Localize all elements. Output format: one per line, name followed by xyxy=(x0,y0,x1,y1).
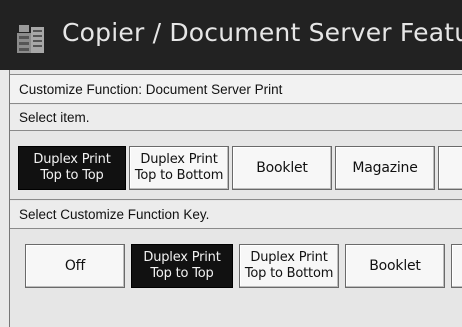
key-button-group: Off Duplex Print Top to Top Duplex Print… xyxy=(10,230,462,327)
button-label: Off xyxy=(64,257,86,274)
settings-panel: Customize Function: Document Server Prin… xyxy=(9,70,462,327)
button-label: Booklet xyxy=(369,257,421,274)
key-booklet-button[interactable]: Booklet xyxy=(345,244,445,288)
item-duplex-top-to-bottom-button[interactable]: Duplex Print Top to Bottom xyxy=(129,146,229,190)
item-booklet-button[interactable]: Booklet xyxy=(232,146,332,190)
button-label: Magazine xyxy=(352,159,418,176)
item-magazine-button[interactable]: Magazine xyxy=(335,146,435,190)
key-off-button[interactable]: Off xyxy=(25,244,125,288)
copier-document-server-icon xyxy=(17,25,44,53)
button-label: Duplex Print Top to Top xyxy=(143,250,221,281)
select-key-label: Select Customize Function Key. xyxy=(19,207,210,222)
button-label: Booklet xyxy=(256,159,308,176)
breadcrumb-text: Customize Function: Document Server Prin… xyxy=(19,81,283,97)
key-duplex-top-to-top-button[interactable]: Duplex Print Top to Top xyxy=(131,244,233,288)
button-label: Duplex Print Top to Top xyxy=(33,152,111,183)
item-duplex-top-to-top-button[interactable]: Duplex Print Top to Top xyxy=(18,146,126,190)
button-label: Duplex Print Top to Bottom xyxy=(244,250,334,281)
select-item-label: Select item. xyxy=(19,110,90,125)
select-item-heading: Select item. xyxy=(10,105,462,131)
key-next-partial-button[interactable] xyxy=(451,244,462,288)
screen: Copier / Document Server Features Custom… xyxy=(0,0,462,327)
breadcrumb: Customize Function: Document Server Prin… xyxy=(10,74,462,104)
item-next-partial-button[interactable] xyxy=(438,146,462,190)
screen-title: Copier / Document Server Features xyxy=(62,18,462,47)
title-bar: Copier / Document Server Features xyxy=(0,0,462,70)
button-label: Duplex Print Top to Bottom xyxy=(134,152,224,183)
item-button-group: Duplex Print Top to Top Duplex Print Top… xyxy=(10,132,462,200)
select-key-heading: Select Customize Function Key. xyxy=(10,201,462,229)
key-duplex-top-to-bottom-button[interactable]: Duplex Print Top to Bottom xyxy=(239,244,339,288)
